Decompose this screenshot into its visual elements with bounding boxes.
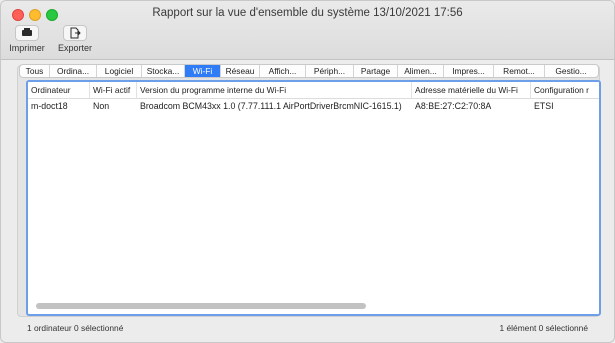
table-header: Ordinateur Wi-Fi actif Version du progra… bbox=[28, 82, 599, 99]
export-icon bbox=[63, 25, 87, 41]
category-tabs: Tous Ordina... Logiciel Stocka... Wi-Fi … bbox=[19, 64, 599, 78]
tab-partage[interactable]: Partage bbox=[354, 65, 398, 77]
tab-affichage[interactable]: Affich... bbox=[260, 65, 306, 77]
print-label: Imprimer bbox=[9, 43, 45, 53]
column-header-ordinateur[interactable]: Ordinateur bbox=[28, 82, 90, 98]
tab-imprimantes[interactable]: Impres... bbox=[444, 65, 494, 77]
column-header-configuration[interactable]: Configuration r bbox=[531, 82, 598, 98]
cell-wifi-actif: Non bbox=[93, 101, 110, 111]
tab-peripheriques[interactable]: Périph... bbox=[306, 65, 354, 77]
horizontal-scrollbar[interactable] bbox=[34, 303, 596, 310]
tab-alimentation[interactable]: Alimen... bbox=[398, 65, 444, 77]
tab-tous[interactable]: Tous bbox=[20, 65, 50, 77]
scrollbar-thumb[interactable] bbox=[36, 303, 366, 309]
cell-version: Broadcom BCM43xx 1.0 (7.77.111.1 AirPort… bbox=[140, 101, 402, 111]
print-button[interactable]: Imprimer bbox=[7, 25, 47, 53]
title-bar: Rapport sur la vue d'ensemble du système… bbox=[1, 1, 614, 60]
column-header-wifi-actif[interactable]: Wi-Fi actif bbox=[90, 82, 137, 98]
system-report-window: Rapport sur la vue d'ensemble du système… bbox=[0, 0, 615, 343]
tab-logiciel[interactable]: Logiciel bbox=[97, 65, 142, 77]
column-header-version[interactable]: Version du programme interne du Wi-Fi bbox=[137, 82, 412, 98]
status-right: 1 élément 0 sélectionné bbox=[499, 323, 588, 333]
cell-adresse: A8:BE:27:C2:70:8A bbox=[415, 101, 492, 111]
table-row[interactable]: m-doct18 Non Broadcom BCM43xx 1.0 (7.77.… bbox=[28, 99, 599, 113]
window-title: Rapport sur la vue d'ensemble du système… bbox=[152, 7, 463, 19]
export-label: Exporter bbox=[57, 43, 92, 53]
cell-ordinateur: m-doct18 bbox=[31, 101, 68, 111]
wifi-table: Ordinateur Wi-Fi actif Version du progra… bbox=[26, 80, 601, 316]
tab-remote[interactable]: Remot... bbox=[494, 65, 545, 77]
tab-wifi[interactable]: Wi-Fi bbox=[185, 65, 221, 77]
cell-configuration: ETSI bbox=[534, 101, 554, 111]
tab-reseau[interactable]: Réseau bbox=[221, 65, 260, 77]
status-left: 1 ordinateur 0 sélectionné bbox=[27, 323, 124, 333]
tab-gestion[interactable]: Gestio... bbox=[545, 65, 597, 77]
tab-stockage[interactable]: Stocka... bbox=[142, 65, 185, 77]
tab-ordinateur[interactable]: Ordina... bbox=[50, 65, 97, 77]
printer-icon bbox=[15, 25, 39, 41]
export-button[interactable]: Exporter bbox=[55, 25, 95, 53]
column-header-adresse[interactable]: Adresse matérielle du Wi-Fi bbox=[412, 82, 531, 98]
status-bar: 1 ordinateur 0 sélectionné 1 élément 0 s… bbox=[1, 323, 614, 337]
